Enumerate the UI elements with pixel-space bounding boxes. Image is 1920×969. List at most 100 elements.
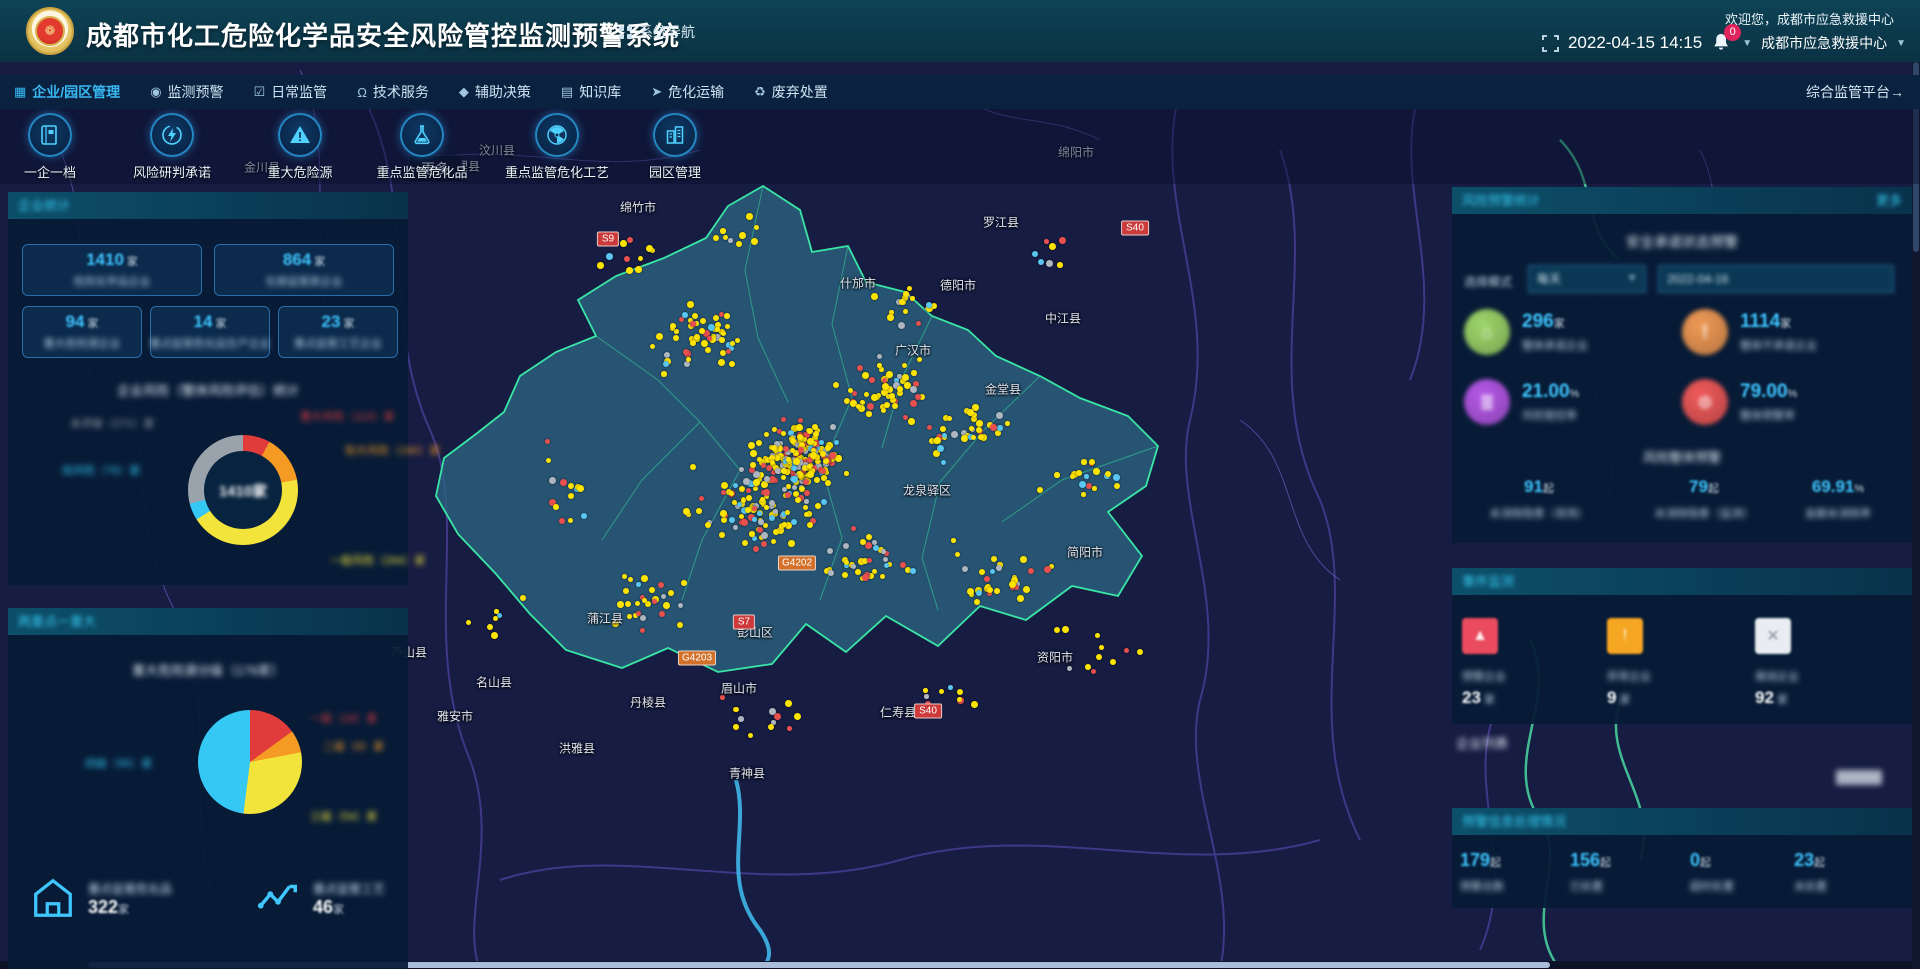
yellow-marker[interactable] xyxy=(782,522,787,527)
yellow-marker[interactable] xyxy=(661,371,667,377)
yellow-marker[interactable] xyxy=(673,335,679,341)
yellow-marker[interactable] xyxy=(739,232,746,239)
yellow-marker[interactable] xyxy=(720,228,726,234)
nav-item-4[interactable]: ◆辅助决策 xyxy=(459,82,531,102)
yellow-marker[interactable] xyxy=(934,437,941,444)
red-marker[interactable] xyxy=(798,447,804,453)
yellow-marker[interactable] xyxy=(907,286,912,291)
yellow-marker[interactable] xyxy=(978,434,984,440)
more-link[interactable]: 更多 xyxy=(1876,187,1902,214)
nav-item-5[interactable]: ▤知识库 xyxy=(561,82,621,102)
yellow-marker[interactable] xyxy=(1110,659,1116,665)
yellow-marker[interactable] xyxy=(877,363,882,368)
yellow-marker[interactable] xyxy=(803,505,808,510)
yellow-marker[interactable] xyxy=(773,529,779,535)
yellow-marker[interactable] xyxy=(1037,487,1043,493)
yellow-marker[interactable] xyxy=(793,458,800,465)
nav-item-1[interactable]: ◉监测预警 xyxy=(150,82,223,102)
red-marker[interactable] xyxy=(867,403,874,410)
yellow-marker[interactable] xyxy=(577,485,584,492)
yellow-marker[interactable] xyxy=(882,383,889,390)
gray-marker[interactable] xyxy=(743,478,750,485)
yellow-marker[interactable] xyxy=(626,267,633,274)
red-marker[interactable] xyxy=(910,400,917,407)
yellow-marker[interactable] xyxy=(855,569,861,575)
yellow-marker[interactable] xyxy=(764,432,769,437)
nav-item-2[interactable]: ☑日常监管 xyxy=(254,82,328,102)
gray-marker[interactable] xyxy=(851,564,856,569)
red-marker[interactable] xyxy=(1044,239,1049,244)
yellow-marker[interactable] xyxy=(670,323,676,329)
yellow-marker[interactable] xyxy=(718,359,725,366)
gray-marker[interactable] xyxy=(898,322,905,329)
yellow-marker[interactable] xyxy=(871,293,878,300)
yellow-marker[interactable] xyxy=(757,457,762,462)
blue-marker[interactable] xyxy=(682,312,688,318)
yellow-marker[interactable] xyxy=(786,457,791,462)
yellow-marker[interactable] xyxy=(807,438,814,445)
quick-item-1[interactable]: 风险研判承诺 xyxy=(112,113,232,181)
yellow-marker[interactable] xyxy=(1009,581,1016,588)
nav-item-7[interactable]: ♻废弃处置 xyxy=(754,82,828,102)
nav-item-3[interactable]: Ω技术服务 xyxy=(357,82,429,102)
yellow-marker[interactable] xyxy=(642,598,647,603)
yellow-marker[interactable] xyxy=(902,363,907,368)
yellow-marker[interactable] xyxy=(820,451,826,457)
red-marker[interactable] xyxy=(763,489,770,496)
yellow-marker[interactable] xyxy=(807,471,814,478)
yellow-marker[interactable] xyxy=(1070,474,1075,479)
quick-item-4[interactable]: 重点监管危化工艺 xyxy=(497,113,617,181)
mode-select[interactable]: 每天▼ xyxy=(1528,265,1646,293)
red-marker[interactable] xyxy=(652,599,657,604)
enterprise-list-link[interactable]: 企业列表 xyxy=(1456,733,1508,752)
gray-marker[interactable] xyxy=(924,694,929,699)
yellow-marker[interactable] xyxy=(794,713,801,720)
yellow-marker[interactable] xyxy=(748,442,755,449)
quick-item-3[interactable]: 重点监管危化品 xyxy=(362,113,482,181)
yellow-marker[interactable] xyxy=(871,394,878,401)
yellow-marker[interactable] xyxy=(763,523,768,528)
blue-marker[interactable] xyxy=(1079,481,1086,488)
yellow-marker[interactable] xyxy=(807,464,812,469)
red-marker[interactable] xyxy=(726,349,731,354)
yellow-marker[interactable] xyxy=(681,580,687,586)
yellow-marker[interactable] xyxy=(987,587,993,593)
yellow-marker[interactable] xyxy=(663,602,670,609)
yellow-marker[interactable] xyxy=(729,361,735,367)
blue-marker[interactable] xyxy=(910,568,916,574)
red-marker[interactable] xyxy=(798,418,803,423)
yellow-marker[interactable] xyxy=(686,357,691,362)
yellow-marker[interactable] xyxy=(1023,586,1030,593)
yellow-marker[interactable] xyxy=(750,450,757,457)
blue-marker[interactable] xyxy=(581,513,587,519)
yellow-marker[interactable] xyxy=(903,309,908,314)
red-marker[interactable] xyxy=(707,336,712,341)
yellow-marker[interactable] xyxy=(864,392,869,397)
yellow-marker[interactable] xyxy=(976,420,983,427)
yellow-marker[interactable] xyxy=(493,616,498,621)
yellow-marker[interactable] xyxy=(886,371,893,378)
red-marker[interactable] xyxy=(683,349,689,355)
red-marker[interactable] xyxy=(865,542,872,549)
system-nav-button[interactable]: 系统导航 xyxy=(618,22,695,42)
red-marker[interactable] xyxy=(862,574,869,581)
yellow-marker[interactable] xyxy=(690,464,696,470)
yellow-marker[interactable] xyxy=(1057,262,1063,268)
yellow-marker[interactable] xyxy=(751,238,758,245)
org-selector[interactable]: 成都市应急救援中心 xyxy=(1761,33,1887,53)
yellow-marker[interactable] xyxy=(491,632,498,639)
blue-marker[interactable] xyxy=(1113,474,1120,481)
yellow-marker[interactable] xyxy=(1085,664,1091,670)
gray-marker[interactable] xyxy=(910,386,917,393)
gray-marker[interactable] xyxy=(769,708,776,715)
yellow-marker[interactable] xyxy=(903,291,909,297)
yellow-marker[interactable] xyxy=(487,624,493,630)
blue-marker[interactable] xyxy=(708,324,715,331)
yellow-marker[interactable] xyxy=(696,508,702,514)
yellow-marker[interactable] xyxy=(835,455,842,462)
red-marker[interactable] xyxy=(990,424,997,431)
yellow-marker[interactable] xyxy=(746,213,753,220)
red-marker[interactable] xyxy=(636,611,641,616)
yellow-marker[interactable] xyxy=(785,510,790,515)
gray-marker[interactable] xyxy=(1067,666,1072,671)
